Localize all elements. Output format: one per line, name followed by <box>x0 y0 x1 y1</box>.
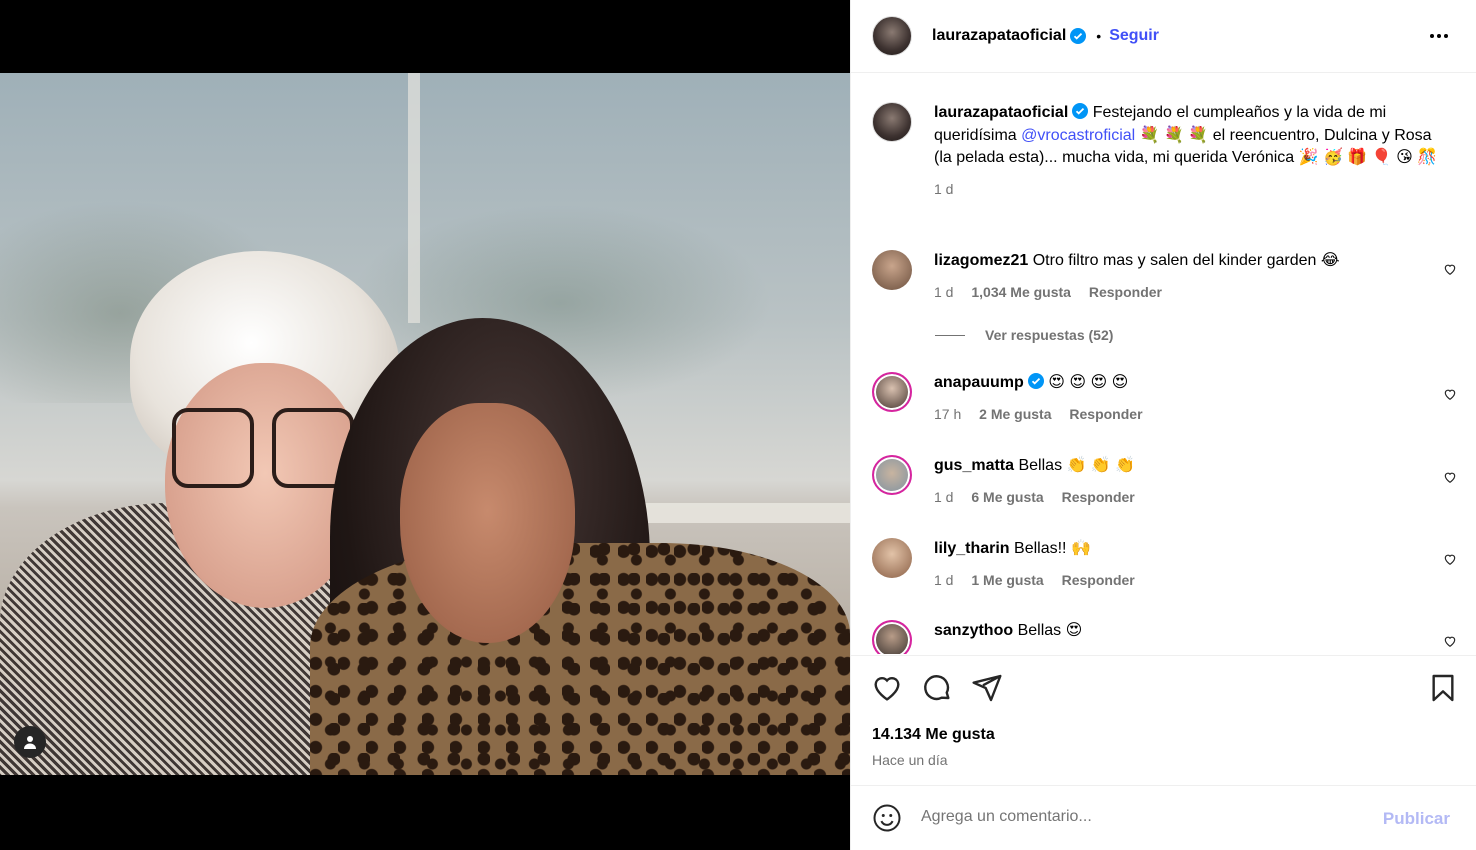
comment-likes[interactable]: 2 Me gusta <box>979 406 1051 422</box>
comment-username[interactable]: lily_tharin <box>934 540 1010 557</box>
follow-button[interactable]: Seguir <box>1109 27 1159 45</box>
comment-time[interactable]: 1 d <box>934 284 953 300</box>
photo-person-right-face <box>400 403 575 643</box>
verified-badge-icon <box>1072 103 1089 119</box>
caption-author-avatar[interactable] <box>872 102 912 142</box>
reply-button[interactable]: Responder <box>1069 406 1142 422</box>
comment-body: lily_tharin Bellas!! 🙌 1 d 1 Me gusta Re… <box>934 538 1444 591</box>
comment-body: lizagomez21 Otro filtro mas y salen del … <box>934 250 1444 303</box>
comment-likes[interactable]: 1,034 Me gusta <box>971 284 1071 300</box>
comment-input[interactable] <box>921 808 1361 826</box>
post-header: laurazapataoficial • Seguir <box>851 0 1476 73</box>
verified-badge-icon <box>1027 373 1044 389</box>
caption-meta: 1 d <box>934 178 1444 201</box>
emoji-icon[interactable] <box>872 803 902 833</box>
verified-badge-icon <box>1070 28 1087 44</box>
comment-meta: 1 d 6 Me gusta Responder <box>934 486 1444 509</box>
comment-like-heart-icon[interactable] <box>1443 634 1457 648</box>
commenter-avatar[interactable] <box>872 620 912 654</box>
commenter-avatar[interactable] <box>872 372 912 412</box>
comment-username[interactable]: lizagomez21 <box>934 252 1028 269</box>
comment-meta: 1 d 1,034 Me gusta Responder <box>934 281 1444 304</box>
send-icon[interactable] <box>971 672 1003 704</box>
author-username[interactable]: laurazapataoficial <box>932 27 1066 45</box>
publish-button[interactable]: Publicar <box>1383 809 1450 829</box>
comment-username[interactable]: anapauump <box>934 374 1024 391</box>
replies-divider <box>935 334 965 336</box>
comment-username[interactable]: sanzythoo <box>934 622 1013 639</box>
comment-time[interactable]: 1 d <box>934 489 953 505</box>
photo-window-frame <box>408 73 420 323</box>
caption-mention-link[interactable]: @vrocastroficial <box>1021 127 1135 144</box>
comment-composer: Publicar <box>851 785 1476 850</box>
reply-button[interactable]: Responder <box>1062 489 1135 505</box>
comment-body: anapauump 😍 😍 😍 😍 17 h 2 Me gusta Respon… <box>934 372 1444 425</box>
reply-button[interactable]: Responder <box>1089 284 1162 300</box>
comment-icon[interactable] <box>921 672 953 704</box>
comment-time[interactable]: 1 d <box>934 572 953 588</box>
post-photo[interactable] <box>0 73 850 775</box>
caption-time[interactable]: 1 d <box>934 181 953 197</box>
header-separator: • <box>1096 28 1102 44</box>
more-horizontal-icon[interactable] <box>1427 24 1451 48</box>
comment-like-heart-icon[interactable] <box>1443 552 1457 566</box>
post-media-area <box>0 0 850 850</box>
caption-username[interactable]: laurazapataoficial <box>934 104 1068 121</box>
comment-like-heart-icon[interactable] <box>1443 470 1457 484</box>
likes-count[interactable]: 14.134 Me gusta <box>872 726 995 744</box>
comment-text: Bellas!! 🙌 <box>1014 540 1091 557</box>
comment-like-heart-icon[interactable] <box>1443 387 1457 401</box>
author-avatar[interactable] <box>872 16 912 56</box>
caption-body: laurazapataoficial Festejando el cumplea… <box>934 102 1444 200</box>
commenter-avatar[interactable] <box>872 538 912 578</box>
comment-like-heart-icon[interactable] <box>1443 262 1457 276</box>
comment-meta: 1 d 1 Me gusta Responder <box>934 569 1444 592</box>
post-actions: 14.134 Me gusta Hace un día <box>851 655 1476 785</box>
comment-time[interactable]: 17 h <box>934 406 961 422</box>
user-tag-icon[interactable] <box>14 726 46 758</box>
reply-button[interactable]: Responder <box>1062 572 1135 588</box>
commenter-avatar[interactable] <box>872 455 912 495</box>
comment-text: Otro filtro mas y salen del kinder garde… <box>1032 252 1340 269</box>
view-replies-button[interactable]: Ver respuestas (52) <box>935 327 1113 343</box>
photo-leopard-blouse <box>310 543 850 775</box>
photo-glasses <box>172 408 357 488</box>
comment-likes[interactable]: 1 Me gusta <box>971 572 1043 588</box>
comment-text: Bellas 👏 👏 👏 <box>1018 457 1136 474</box>
comment-text: 😍 😍 😍 😍 <box>1048 374 1129 391</box>
commenter-avatar[interactable] <box>872 250 912 290</box>
comment-text: Bellas 😍 <box>1017 622 1083 639</box>
post-side-panel: laurazapataoficial • Seguir laurazapatao… <box>850 0 1476 850</box>
comment-username[interactable]: gus_matta <box>934 457 1014 474</box>
bookmark-icon[interactable] <box>1427 672 1459 704</box>
heart-icon[interactable] <box>871 672 903 704</box>
comment-meta: 17 h 2 Me gusta Responder <box>934 403 1444 426</box>
post-timestamp[interactable]: Hace un día <box>872 752 948 768</box>
comment-body: gus_matta Bellas 👏 👏 👏 1 d 6 Me gusta Re… <box>934 455 1444 508</box>
comment-body: sanzythoo Bellas 😍 <box>934 620 1444 643</box>
comments-list[interactable]: laurazapataoficial Festejando el cumplea… <box>851 74 1476 654</box>
comment-likes[interactable]: 6 Me gusta <box>971 489 1043 505</box>
view-replies-label[interactable]: Ver respuestas (52) <box>985 327 1113 343</box>
